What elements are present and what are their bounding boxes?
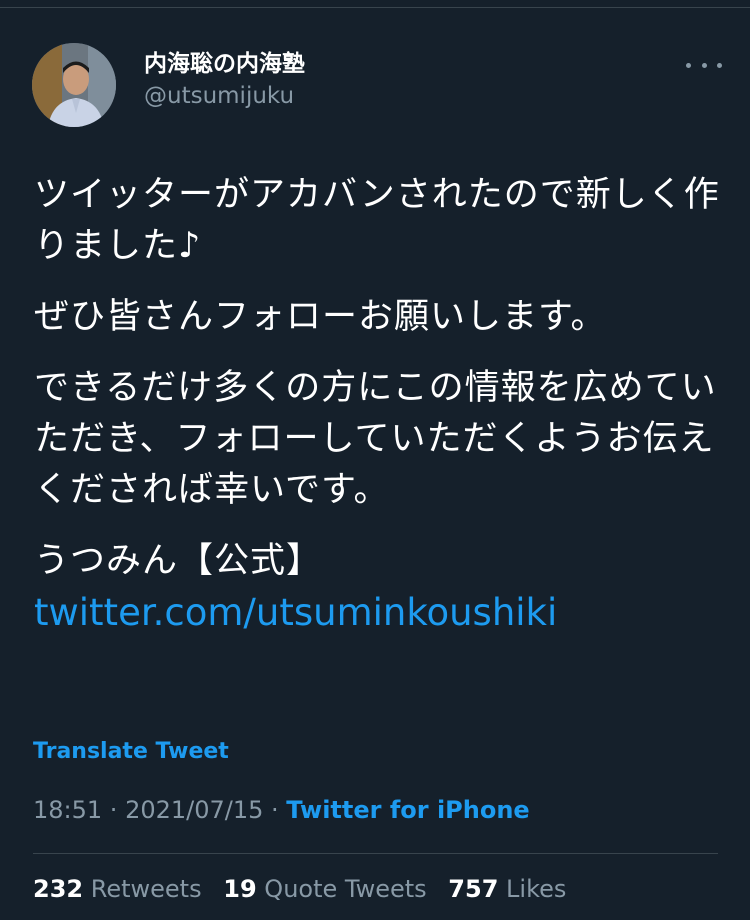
likes-label: Likes <box>506 875 567 903</box>
dot <box>717 62 722 68</box>
quote-tweets-label: Quote Tweets <box>264 875 427 903</box>
tweet-date[interactable]: 2021/07/15 <box>125 796 263 824</box>
quote-tweets-count: 19 <box>223 875 257 903</box>
translate-tweet-link[interactable]: Translate Tweet <box>33 739 229 764</box>
stats-divider <box>33 853 718 854</box>
more-horizontal-icon[interactable] <box>686 55 722 75</box>
likes-stat[interactable]: 757 Likes <box>448 875 566 903</box>
retweets-stat[interactable]: 232 Retweets <box>33 875 202 903</box>
tweet-paragraph: ツイッターがアカバンされたので新しく作りました♪ <box>34 175 720 266</box>
meta-separator: · <box>263 796 287 824</box>
tweet-time[interactable]: 18:51 <box>33 796 102 824</box>
quote-tweets-stat[interactable]: 19 Quote Tweets <box>223 875 426 903</box>
tweet-paragraph: ぜひ皆さんフォローお願いします。 <box>34 297 607 337</box>
top-divider <box>0 0 750 8</box>
display-name[interactable]: 内海聡の内海塾 <box>144 49 305 79</box>
tweet-header: 内海聡の内海塾 @utsumijuku <box>32 43 722 127</box>
author-names: 内海聡の内海塾 @utsumijuku <box>144 49 305 113</box>
retweets-count: 232 <box>33 875 84 903</box>
tweet-paragraph: できるだけ多くの方にこの情報を広めていただき、フォローしていただくようお伝えくだ… <box>34 368 717 510</box>
dot <box>686 62 691 68</box>
avatar[interactable] <box>32 43 116 127</box>
retweets-label: Retweets <box>90 875 202 903</box>
tweet-paragraph: うつみん【公式】 <box>34 541 323 581</box>
handle[interactable]: @utsumijuku <box>144 79 305 113</box>
likes-count: 757 <box>448 875 499 903</box>
tweet-source[interactable]: Twitter for iPhone <box>286 796 529 824</box>
dot <box>701 62 707 68</box>
tweet-meta: 18:51 · 2021/07/15 · Twitter for iPhone <box>33 796 530 824</box>
tweet-link[interactable]: twitter.com/utsuminkoushiki <box>34 587 724 639</box>
tweet-stats: 232 Retweets 19 Quote Tweets 757 Likes <box>33 875 580 903</box>
avatar-photo <box>32 43 116 127</box>
tweet-text: ツイッターがアカバンされたので新しく作りました♪ ぜひ皆さんフォローお願いします… <box>34 170 724 639</box>
meta-separator: · <box>102 796 126 824</box>
